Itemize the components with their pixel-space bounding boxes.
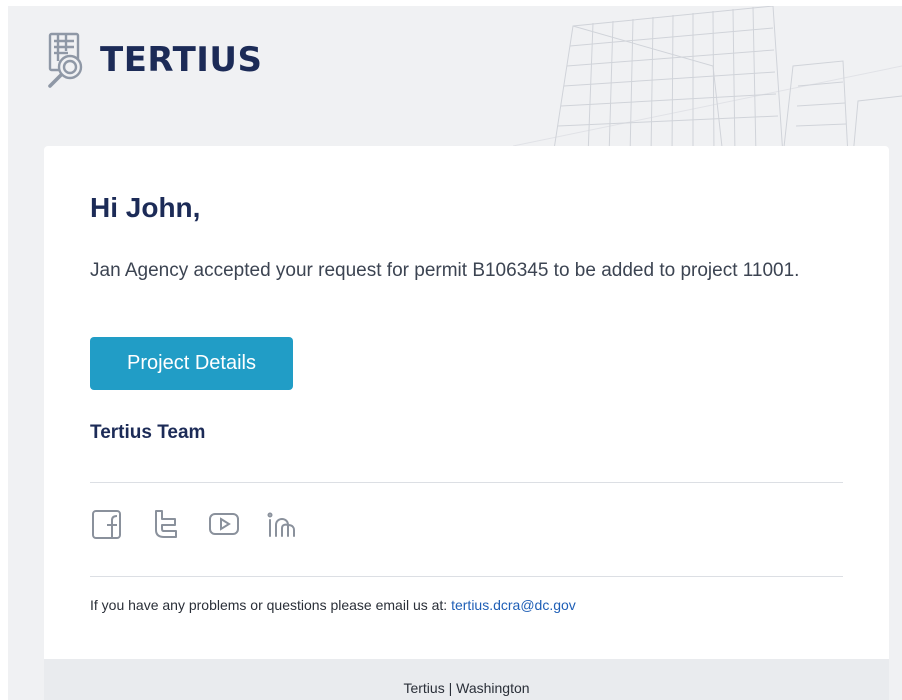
linkedin-link[interactable]: [264, 506, 300, 542]
footer-text: Tertius | Washington: [403, 680, 530, 696]
youtube-icon: [209, 513, 239, 535]
building-magnifier-icon: [48, 32, 83, 88]
email-page: TERTIUS Hi John, Jan Agency accepted you…: [0, 0, 902, 700]
twitter-link[interactable]: [148, 506, 184, 542]
linkedin-icon: [267, 512, 295, 537]
message-body: Jan Agency accepted your request for per…: [90, 260, 800, 281]
email-footer: Tertius | Washington: [44, 659, 889, 700]
brand-header: TERTIUS: [44, 31, 263, 89]
youtube-link[interactable]: [206, 506, 242, 542]
email-card: Hi John, Jan Agency accepted your reques…: [44, 146, 889, 700]
email-background: TERTIUS Hi John, Jan Agency accepted you…: [8, 6, 902, 700]
contact-line: If you have any problems or questions pl…: [90, 597, 576, 613]
brand-name: TERTIUS: [100, 40, 263, 80]
social-links: [90, 506, 300, 542]
twitter-icon: [155, 510, 177, 538]
contact-email-link[interactable]: tertius.dcra@dc.gov: [451, 597, 576, 613]
divider: [90, 482, 843, 483]
divider: [90, 576, 843, 577]
contact-text: If you have any problems or questions pl…: [90, 597, 448, 613]
greeting: Hi John,: [90, 192, 201, 223]
facebook-link[interactable]: [90, 506, 126, 542]
signoff: Tertius Team: [90, 422, 206, 443]
project-details-button[interactable]: Project Details: [90, 337, 293, 390]
facebook-icon: [92, 510, 121, 539]
building-illustration: [513, 6, 902, 156]
